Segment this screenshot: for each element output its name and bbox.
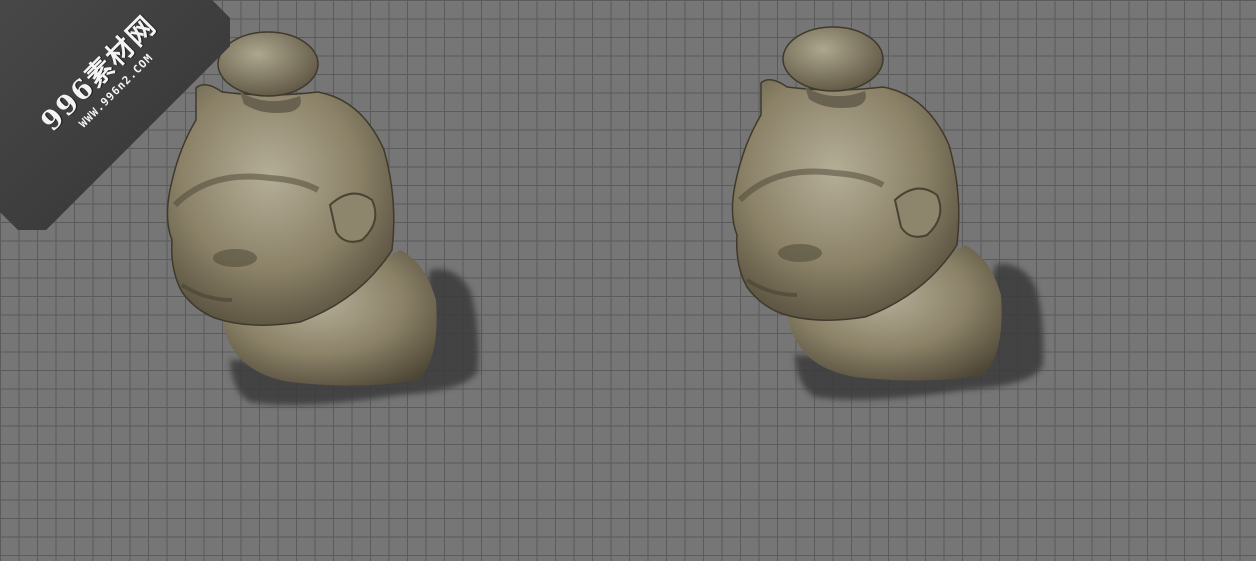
stone-bust-left <box>167 32 478 405</box>
viewport-canvas <box>0 0 1256 561</box>
stone-bust-right <box>732 27 1043 400</box>
